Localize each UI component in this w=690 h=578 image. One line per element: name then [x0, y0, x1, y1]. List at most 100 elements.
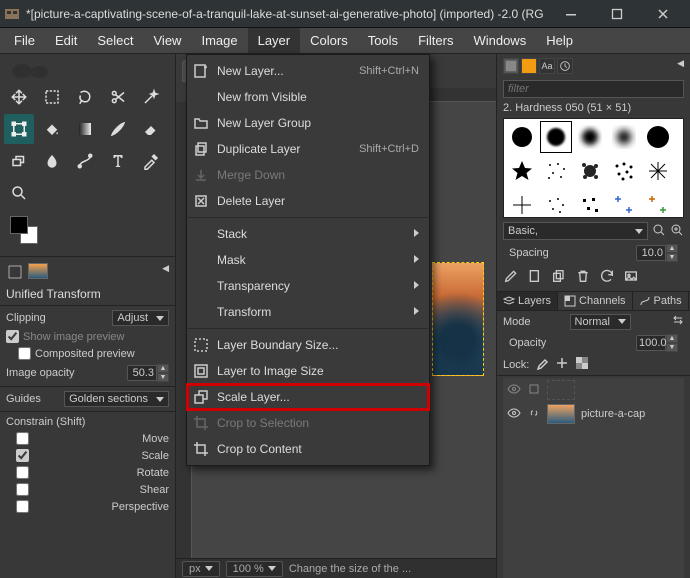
- show-image-preview-row[interactable]: Show image preview: [0, 328, 175, 345]
- link-icon[interactable]: [527, 406, 541, 423]
- brush-zoom-in-icon[interactable]: [670, 223, 684, 240]
- menu-layer-to-image-size[interactable]: Layer to Image Size: [187, 358, 429, 384]
- window-controls: [548, 0, 686, 28]
- layer-name[interactable]: picture-a-cap: [581, 408, 645, 420]
- tool-eraser[interactable]: [136, 114, 166, 144]
- brush-tab-history[interactable]: [557, 58, 573, 74]
- menu-help[interactable]: Help: [536, 28, 583, 53]
- menu-scale-layer[interactable]: Scale Layer...: [187, 384, 429, 410]
- brush-refresh-icon[interactable]: [599, 268, 615, 287]
- constrain-rotate-checkbox[interactable]: [16, 466, 29, 479]
- minimize-button[interactable]: [548, 0, 594, 28]
- brush-tab-1[interactable]: [503, 58, 519, 74]
- layer-row[interactable]: picture-a-cap: [503, 402, 684, 426]
- visibility-icon[interactable]: [507, 382, 521, 399]
- tool-unified-transform[interactable]: [4, 114, 34, 144]
- color-swatches[interactable]: [10, 216, 48, 248]
- lock-alpha-icon[interactable]: [575, 356, 589, 373]
- tool-move[interactable]: [4, 82, 34, 112]
- menu-tools[interactable]: Tools: [358, 28, 408, 53]
- brush-grid[interactable]: [503, 118, 684, 218]
- brush-preset-select[interactable]: Basic,: [503, 222, 648, 240]
- maximize-button[interactable]: [594, 0, 640, 28]
- brush-zoom-out-icon[interactable]: [652, 223, 666, 240]
- tool-zoom[interactable]: [4, 178, 34, 208]
- menu-duplicate-layer[interactable]: Duplicate Layer Shift+Ctrl+D: [187, 136, 429, 162]
- menu-layer[interactable]: Layer: [248, 28, 301, 53]
- tool-free-select[interactable]: [70, 82, 100, 112]
- tool-scissors[interactable]: [103, 82, 133, 112]
- status-zoom-select[interactable]: 100 %: [226, 561, 283, 577]
- menu-select[interactable]: Select: [87, 28, 143, 53]
- opacity-spin[interactable]: 100.0▲▼: [636, 334, 678, 352]
- tool-color-picker[interactable]: [136, 146, 166, 176]
- menu-layer-boundary-size[interactable]: Layer Boundary Size...: [187, 332, 429, 358]
- image-opacity-spin[interactable]: 50.3 ▲▼: [127, 364, 169, 382]
- link-icon[interactable]: [527, 382, 541, 399]
- guides-select[interactable]: Golden sections: [64, 391, 169, 407]
- menu-new-from-visible[interactable]: New from Visible: [187, 84, 429, 110]
- mode-switch-icon[interactable]: [670, 313, 684, 330]
- menu-delete-layer[interactable]: Delete Layer: [187, 188, 429, 214]
- brush-delete-icon[interactable]: [575, 268, 591, 287]
- menu-mask[interactable]: Mask: [187, 247, 429, 273]
- tool-clone[interactable]: [4, 146, 34, 176]
- constrain-perspective-checkbox[interactable]: [16, 500, 29, 513]
- tool-paintbrush[interactable]: [103, 114, 133, 144]
- tool-bucket-fill[interactable]: [37, 114, 67, 144]
- brush-filter-input[interactable]: [503, 80, 684, 98]
- spacing-spin[interactable]: 10.0▲▼: [636, 244, 678, 262]
- composited-preview-checkbox[interactable]: [18, 347, 31, 360]
- image-thumb-icon[interactable]: [28, 263, 48, 279]
- brush-new-icon[interactable]: [527, 268, 543, 287]
- menu-new-layer[interactable]: New Layer... Shift+Ctrl+N: [187, 58, 429, 84]
- visibility-icon[interactable]: [507, 406, 521, 423]
- tool-wand[interactable]: [136, 82, 166, 112]
- menu-stack[interactable]: Stack: [187, 221, 429, 247]
- menu-crop-to-content[interactable]: Crop to Content: [187, 436, 429, 462]
- show-image-preview-checkbox[interactable]: [6, 330, 19, 343]
- mode-select[interactable]: Normal: [570, 314, 631, 330]
- foreground-color-swatch[interactable]: [10, 216, 28, 234]
- constrain-scale-checkbox[interactable]: [16, 449, 29, 462]
- composited-preview-row[interactable]: Composited preview: [0, 345, 175, 362]
- menu-windows[interactable]: Windows: [463, 28, 536, 53]
- menu-transparency[interactable]: Transparency: [187, 273, 429, 299]
- brush-tab-font[interactable]: Aa: [539, 58, 555, 74]
- close-button[interactable]: [640, 0, 686, 28]
- crop-content-icon: [193, 441, 209, 457]
- tool-path[interactable]: [70, 146, 100, 176]
- tab-paths[interactable]: Paths: [633, 292, 689, 310]
- lock-pixels-icon[interactable]: [535, 356, 549, 373]
- brush-duplicate-icon[interactable]: [551, 268, 567, 287]
- layer-row-floating[interactable]: [503, 378, 684, 402]
- canvas-image[interactable]: [432, 262, 484, 376]
- menu-transform[interactable]: Transform: [187, 299, 429, 325]
- dock-menu-icon[interactable]: ◀: [162, 263, 169, 281]
- menu-filters[interactable]: Filters: [408, 28, 463, 53]
- tool-gradient[interactable]: [70, 114, 100, 144]
- window-title: *[picture-a-captivating-scene-of-a-tranq…: [26, 7, 548, 21]
- tab-channels[interactable]: Channels: [558, 292, 632, 310]
- menu-new-layer-group[interactable]: New Layer Group: [187, 110, 429, 136]
- clipping-select[interactable]: Adjust: [112, 310, 169, 326]
- menu-view[interactable]: View: [144, 28, 192, 53]
- tool-text[interactable]: [103, 146, 133, 176]
- tool-options-tab-icon[interactable]: [6, 263, 24, 281]
- menu-edit[interactable]: Edit: [45, 28, 87, 53]
- constrain-shear-checkbox[interactable]: [16, 483, 29, 496]
- menu-colors[interactable]: Colors: [300, 28, 358, 53]
- status-unit-select[interactable]: px: [182, 561, 220, 577]
- menu-image[interactable]: Image: [191, 28, 247, 53]
- brush-edit-icon[interactable]: [503, 268, 519, 287]
- layer-list: picture-a-cap: [503, 378, 684, 578]
- tool-smudge[interactable]: [37, 146, 67, 176]
- menu-file[interactable]: File: [4, 28, 45, 53]
- tab-layers[interactable]: Layers: [497, 292, 558, 310]
- constrain-move-checkbox[interactable]: [16, 432, 29, 445]
- brush-open-as-image-icon[interactable]: [623, 268, 639, 287]
- brush-tab-2[interactable]: [521, 58, 537, 74]
- brush-dock-menu-icon[interactable]: ◀: [677, 58, 684, 74]
- lock-position-icon[interactable]: [555, 356, 569, 373]
- tool-rect-select[interactable]: [37, 82, 67, 112]
